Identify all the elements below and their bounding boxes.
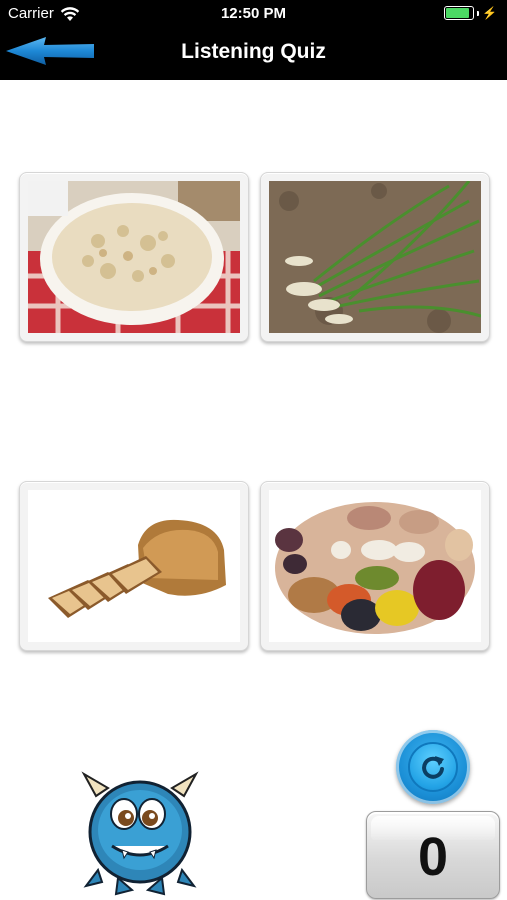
- charging-icon: ⚡: [482, 6, 497, 20]
- status-time: 12:50 PM: [220, 5, 287, 22]
- replay-button-inner: [408, 742, 458, 792]
- battery-indicator: ⚡: [444, 6, 497, 20]
- blue-monster-mascot: [81, 771, 199, 896]
- page-title: Listening Quiz: [181, 40, 326, 63]
- answer-choice-oatmeal[interactable]: [19, 172, 249, 342]
- bread-image: [28, 490, 240, 642]
- battery-level: [446, 8, 470, 18]
- navigation-bar: Listening Quiz: [0, 28, 507, 80]
- green-onions-image: [269, 181, 481, 333]
- score-display: 0: [366, 811, 500, 899]
- score-value: 0: [417, 827, 449, 887]
- quiz-screen: Carrier 12:50 PM ⚡ Listening Quiz 0: [0, 0, 507, 900]
- answer-choice-green-onions[interactable]: [260, 172, 490, 342]
- beans-image: [269, 490, 481, 642]
- battery-tip: [477, 10, 480, 16]
- top-bar: Carrier 12:50 PM ⚡ Listening Quiz: [0, 0, 507, 80]
- oatmeal-image: [28, 181, 240, 333]
- battery-icon: [444, 6, 475, 20]
- answer-choice-bread[interactable]: [19, 481, 249, 651]
- status-bar: Carrier 12:50 PM ⚡: [0, 0, 507, 28]
- replay-icon: [422, 756, 444, 779]
- replay-button[interactable]: [396, 730, 470, 804]
- answer-choice-beans[interactable]: [260, 481, 490, 651]
